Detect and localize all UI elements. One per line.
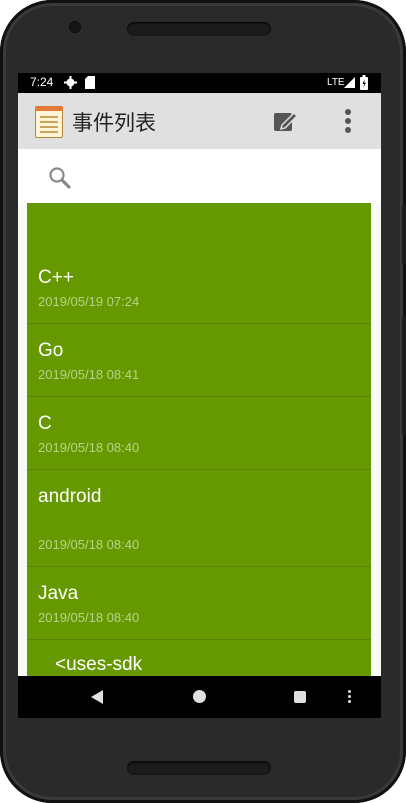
- event-name: C: [38, 413, 52, 434]
- event-item[interactable]: C++ 2019/05/19 07:24: [27, 203, 371, 324]
- back-icon[interactable]: [91, 690, 103, 704]
- network-type: LTE: [327, 77, 345, 88]
- event-date: 2019/05/18 08:40: [38, 537, 140, 552]
- status-bar: 7:24 LTE: [18, 73, 381, 93]
- event-name: Go: [38, 340, 64, 361]
- power-button[interactable]: [402, 315, 406, 435]
- event-name: <uses-sdk: [55, 654, 143, 675]
- navigation-bar: [18, 676, 381, 718]
- home-icon[interactable]: [193, 690, 206, 703]
- event-item[interactable]: Java 2019/05/18 08:40: [27, 567, 371, 640]
- sd-card-icon: [85, 76, 95, 89]
- front-camera: [69, 21, 81, 33]
- event-list: C++ 2019/05/19 07:24 Go 2019/05/18 08:41…: [27, 203, 371, 718]
- bottom-speaker: [127, 761, 271, 775]
- event-date: 2019/05/18 08:41: [38, 367, 140, 382]
- recents-icon[interactable]: [294, 691, 306, 703]
- event-item[interactable]: C 2019/05/18 08:40: [27, 397, 371, 470]
- battery-icon: [360, 75, 368, 90]
- notepad-icon: [35, 106, 63, 138]
- search-bar[interactable]: [18, 149, 381, 203]
- event-item[interactable]: android 2019/05/18 08:40: [27, 470, 371, 567]
- page-title: 事件列表: [72, 111, 156, 135]
- event-date: 2019/05/19 07:24: [38, 294, 140, 309]
- phone-screen: 7:24 LTE 事件列表 C++ 2019/05/19 07:24 Go 20…: [18, 73, 381, 718]
- search-icon[interactable]: [48, 166, 72, 190]
- more-icon[interactable]: [348, 690, 351, 704]
- event-name: android: [38, 486, 102, 507]
- event-date: 2019/05/18 08:40: [38, 440, 140, 455]
- more-options-icon[interactable]: [338, 106, 358, 136]
- event-item[interactable]: Go 2019/05/18 08:41: [27, 324, 371, 397]
- event-date: 2019/05/18 08:40: [38, 610, 140, 625]
- event-name: Java: [38, 583, 79, 604]
- event-name: C++: [38, 267, 74, 288]
- app-bar: 事件列表: [18, 93, 381, 149]
- status-time: 7:24: [30, 75, 54, 89]
- edit-icon[interactable]: [270, 106, 300, 136]
- settings-gear-icon: [64, 76, 77, 89]
- top-speaker: [127, 22, 271, 36]
- volume-button[interactable]: [402, 205, 406, 265]
- signal-icon: [344, 77, 355, 88]
